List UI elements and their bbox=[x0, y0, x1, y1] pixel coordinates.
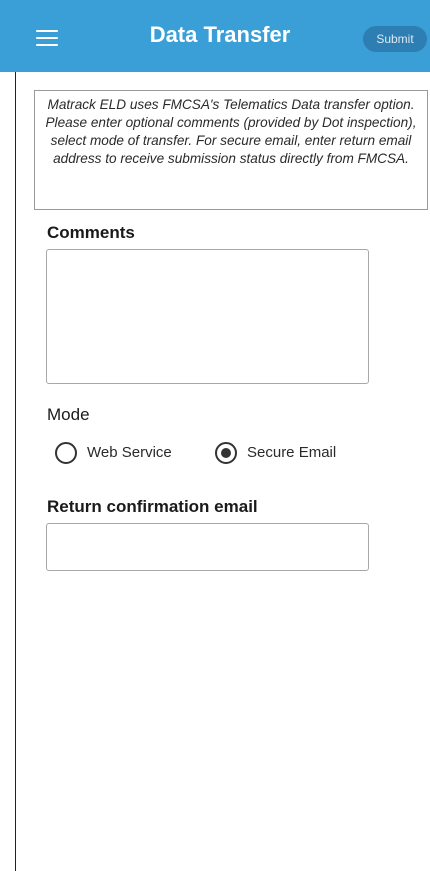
hamburger-menu-icon[interactable] bbox=[36, 28, 62, 48]
radio-selected-icon[interactable] bbox=[215, 442, 237, 464]
mode-label: Mode bbox=[47, 405, 90, 424]
screen-divider bbox=[15, 72, 16, 871]
data-transfer-screen: Data Transfer Submit Matrack ELD uses FM… bbox=[0, 0, 430, 871]
return-email-input[interactable] bbox=[46, 523, 369, 571]
comments-input[interactable] bbox=[46, 249, 369, 384]
app-bar: Data Transfer Submit bbox=[0, 0, 430, 72]
info-notice: Matrack ELD uses FMCSA's Telematics Data… bbox=[34, 90, 428, 210]
radio-secure-email-label: Secure Email bbox=[247, 444, 337, 461]
submit-button[interactable]: Submit bbox=[363, 26, 427, 52]
return-email-label: Return confirmation email bbox=[47, 497, 258, 516]
comments-label: Comments bbox=[47, 223, 135, 242]
radio-web-service-label: Web Service bbox=[87, 444, 172, 461]
page-title: Data Transfer bbox=[149, 22, 291, 47]
radio-unselected-icon[interactable] bbox=[55, 442, 77, 464]
radio-dot-icon bbox=[221, 448, 231, 458]
